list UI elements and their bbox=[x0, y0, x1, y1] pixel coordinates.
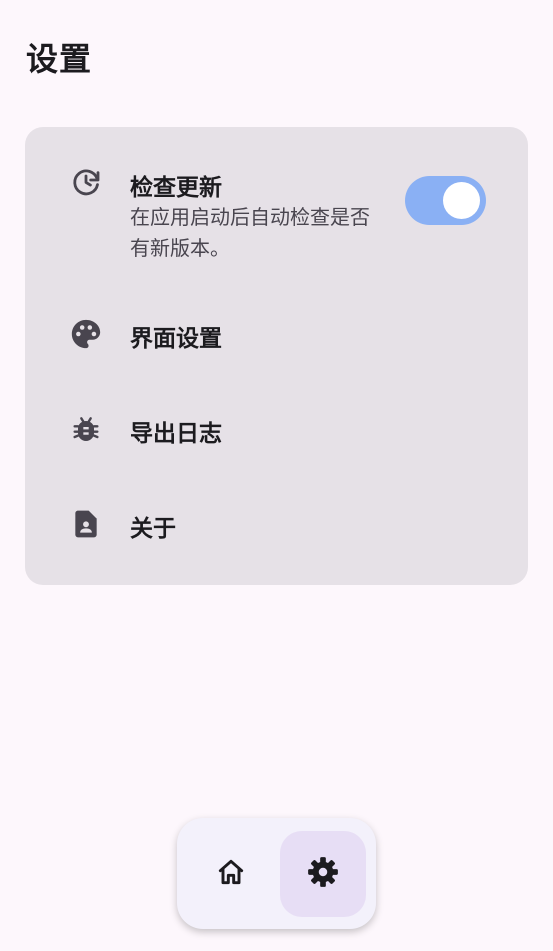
settings-gear-icon bbox=[306, 855, 340, 893]
page-title: 设置 bbox=[26, 40, 93, 78]
settings-item-interface[interactable]: 界面设置 bbox=[25, 287, 528, 382]
settings-item-export-logs[interactable]: 导出日志 bbox=[25, 382, 528, 477]
bug-icon bbox=[69, 412, 103, 446]
bottom-navigation bbox=[177, 818, 376, 929]
home-icon bbox=[215, 856, 247, 892]
about-title: 关于 bbox=[130, 516, 176, 542]
palette-icon bbox=[69, 317, 103, 351]
check-updates-description: 在应用启动后自动检查是否有新版本。 bbox=[130, 205, 370, 260]
toggle-knob bbox=[443, 182, 480, 219]
update-icon bbox=[69, 165, 103, 199]
check-updates-title: 检查更新 bbox=[130, 175, 222, 201]
nav-settings-button[interactable] bbox=[280, 831, 366, 917]
settings-card: 检查更新 在应用启动后自动检查是否有新版本。 界面设置 导出日志 关于 bbox=[25, 127, 528, 585]
auto-update-toggle[interactable] bbox=[405, 176, 486, 225]
nav-home-button[interactable] bbox=[188, 831, 274, 917]
interface-settings-title: 界面设置 bbox=[130, 326, 222, 352]
settings-item-check-updates[interactable]: 检查更新 在应用启动后自动检查是否有新版本。 bbox=[25, 127, 528, 277]
settings-item-about[interactable]: 关于 bbox=[25, 477, 528, 577]
contact-page-icon bbox=[69, 507, 103, 541]
export-logs-title: 导出日志 bbox=[130, 421, 222, 447]
